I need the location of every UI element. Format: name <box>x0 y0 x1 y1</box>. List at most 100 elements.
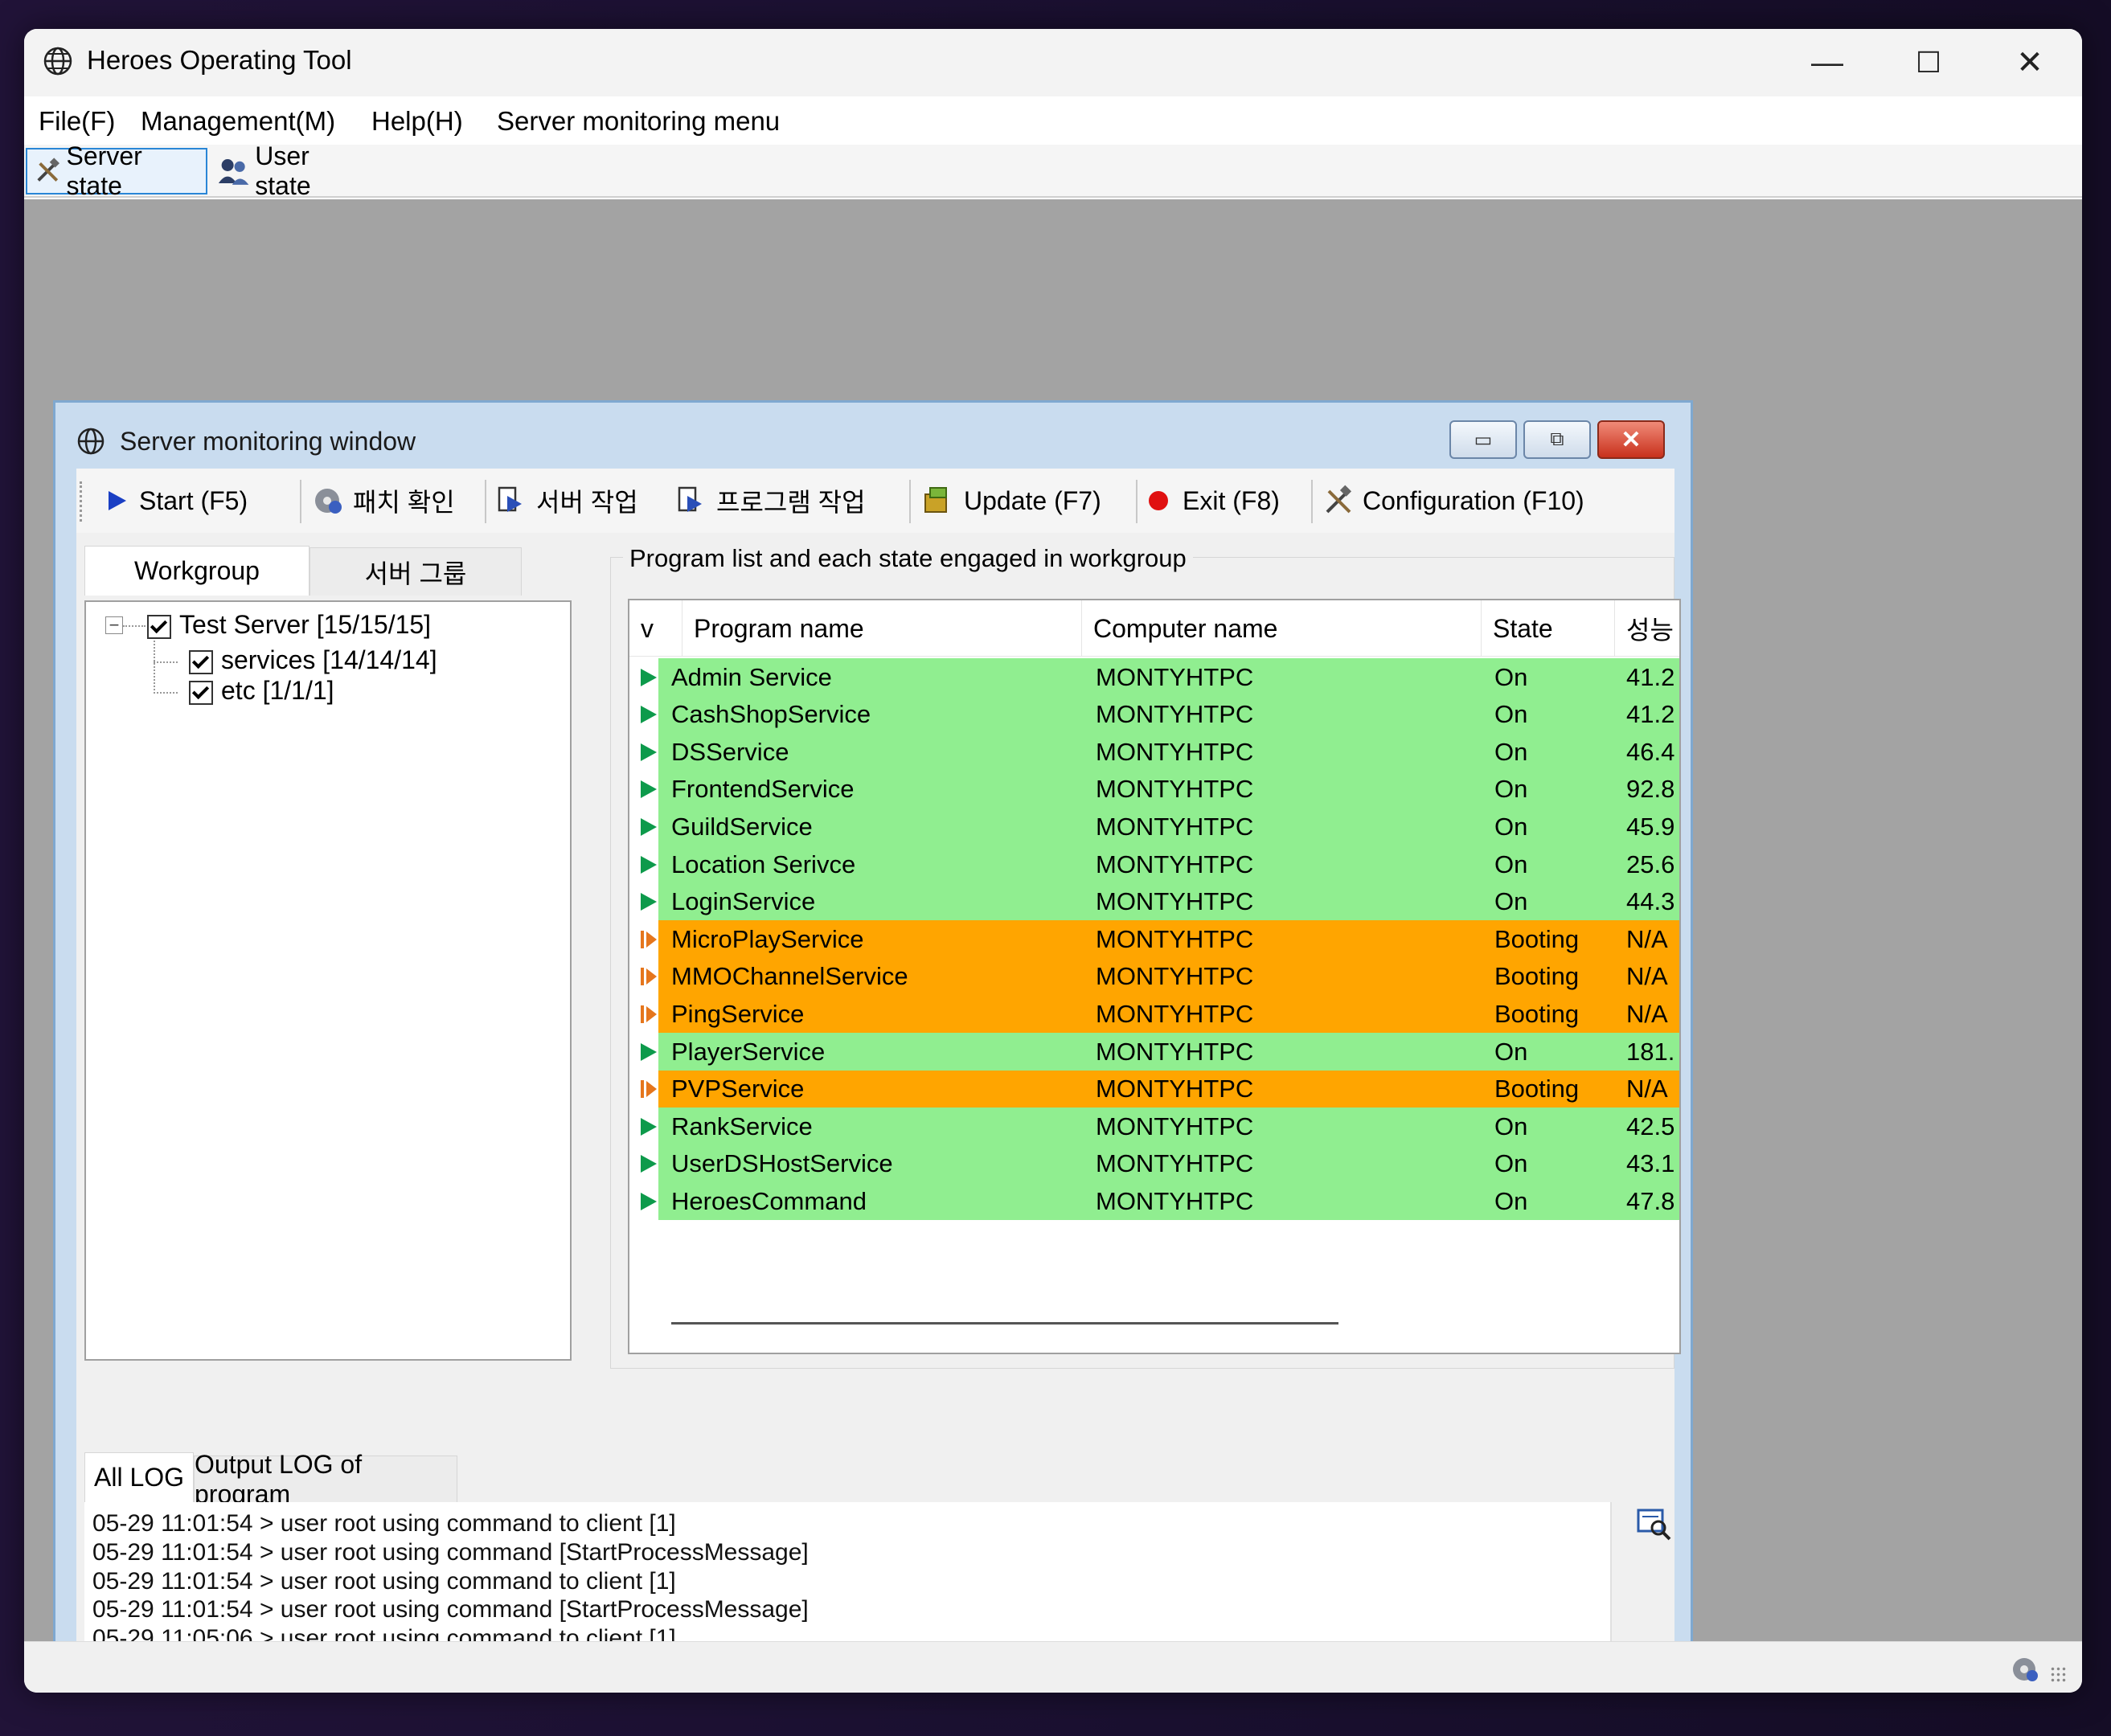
menu-server-monitoring[interactable]: Server monitoring menu <box>497 106 780 137</box>
update-icon <box>924 487 947 513</box>
menu-management[interactable]: Management(M) <box>141 106 335 137</box>
child-restore-button[interactable]: ⧉ <box>1523 420 1591 459</box>
server-work-label: 서버 작업 <box>536 488 638 517</box>
table-row[interactable]: FrontendService MONTYHTPC On 92.8 <box>629 770 1679 809</box>
table-row[interactable]: RankService MONTYHTPC On 42.5 <box>629 1108 1679 1146</box>
toolbar-separator <box>1311 480 1313 523</box>
server-state-button[interactable]: Server state <box>26 141 207 200</box>
table-row[interactable]: Admin Service MONTYHTPC On 41.2 <box>629 658 1679 696</box>
checkbox[interactable] <box>189 680 213 705</box>
disc-icon <box>2013 1658 2038 1681</box>
log-line: 05-29 11:01:54 > user root using command… <box>92 1510 676 1537</box>
toolbar-grip[interactable] <box>80 481 83 522</box>
program-name-cell: LoginService <box>671 887 816 916</box>
tools-icon <box>37 158 60 182</box>
table-row[interactable]: PVPService MONTYHTPC Booting N/A <box>629 1070 1679 1108</box>
table-row[interactable]: MMOChannelService MONTYHTPC Booting N/A <box>629 957 1679 996</box>
close-button[interactable]: ✕ <box>1979 29 2080 96</box>
main-toolbar: Server state User state <box>24 141 2082 200</box>
list-rows: Admin Service MONTYHTPC On 41.2 CashShopServ… <box>629 658 1679 1301</box>
tree-node-label: etc [1/1/1] <box>221 676 334 705</box>
child-window-title: Server monitoring window <box>120 427 416 456</box>
child-minimize-button[interactable]: ▭ <box>1449 420 1517 459</box>
tree-node-etc[interactable]: etc [1/1/1] <box>189 676 334 706</box>
column-header-performance[interactable]: 성능 <box>1615 600 1679 657</box>
users-icon <box>218 158 249 185</box>
program-work-button[interactable]: 프로그램 작업 <box>676 480 866 522</box>
tree-collapse-toggle[interactable]: − <box>105 616 123 634</box>
toolbar-separator <box>909 480 911 523</box>
table-row[interactable]: HeroesCommand MONTYHTPC On 47.8 <box>629 1182 1679 1221</box>
state-cell: On <box>1494 662 1528 691</box>
performance-cell: 43.1 <box>1626 1149 1675 1178</box>
state-cell: Booting <box>1494 924 1580 953</box>
program-name-cell: Location Serivce <box>671 850 856 878</box>
checkbox[interactable] <box>147 614 171 639</box>
maximize-button[interactable]: ☐ <box>1878 29 1979 96</box>
tab-server-group[interactable]: 서버 그룹 <box>309 547 522 596</box>
find-log-icon[interactable] <box>1636 1507 1673 1542</box>
tree-connector <box>123 625 146 627</box>
tab-all-log[interactable]: All LOG <box>84 1452 194 1502</box>
state-cell: On <box>1494 887 1528 916</box>
server-work-button[interactable]: 서버 작업 <box>496 480 638 522</box>
workgroup-tree: − Test Server [15/15/15] services [14/14… <box>84 600 572 1361</box>
table-row[interactable]: MicroPlayService MONTYHTPC Booting N/A <box>629 920 1679 959</box>
table-row[interactable]: DSService MONTYHTPC On 46.4 <box>629 733 1679 772</box>
performance-cell: N/A <box>1626 924 1668 953</box>
minimize-button[interactable]: — <box>1777 29 1878 96</box>
program-list-caption: Program list and each state engaged in w… <box>623 544 1193 573</box>
start-label: Start (F5) <box>139 485 248 515</box>
tree-connector <box>154 637 155 694</box>
performance-cell: N/A <box>1626 1075 1668 1103</box>
program-name-cell: MicroPlayService <box>671 924 864 953</box>
toolbar-separator <box>485 480 486 523</box>
menu-file[interactable]: File(F) <box>39 106 115 137</box>
performance-cell: 42.5 <box>1626 1112 1675 1140</box>
column-header-program-name[interactable]: Program name <box>682 600 1082 657</box>
list-header: v Program name Computer name State 성능 <box>629 600 1679 657</box>
configuration-button[interactable]: Configuration (F10) <box>1322 480 1584 522</box>
menu-help[interactable]: Help(H) <box>371 106 463 137</box>
performance-cell: 25.6 <box>1626 850 1675 878</box>
table-row[interactable]: UserDSHostService MONTYHTPC On 43.1 <box>629 1144 1679 1183</box>
patch-check-button[interactable]: 패치 확인 <box>313 480 455 522</box>
table-row[interactable]: GuildService MONTYHTPC On 45.9 <box>629 808 1679 846</box>
tab-workgroup[interactable]: Workgroup <box>84 546 309 596</box>
start-button[interactable]: Start (F5) <box>109 480 248 522</box>
update-button[interactable]: Update (F7) <box>922 480 1101 522</box>
computer-name-cell: MONTYHTPC <box>1096 1112 1254 1140</box>
horizontal-scrollbar[interactable] <box>671 1322 1338 1325</box>
exit-button[interactable]: Exit (F8) <box>1149 480 1280 522</box>
tree-connector <box>154 692 178 694</box>
tab-output-log[interactable]: Output LOG of program <box>194 1450 457 1509</box>
checkbox[interactable] <box>189 649 213 674</box>
table-row[interactable]: CashShopService MONTYHTPC On 41.2 <box>629 695 1679 734</box>
computer-name-cell: MONTYHTPC <box>1096 962 1254 991</box>
column-header-computer-name[interactable]: Computer name <box>1082 600 1482 657</box>
computer-name-cell: MONTYHTPC <box>1096 924 1254 953</box>
table-row[interactable]: PingService MONTYHTPC Booting N/A <box>629 995 1679 1034</box>
performance-cell: 181. <box>1626 1037 1675 1066</box>
table-row[interactable]: LoginService MONTYHTPC On 44.3 <box>629 882 1679 921</box>
document-arrow-icon <box>498 486 522 512</box>
child-close-button[interactable]: ✕ <box>1597 420 1665 459</box>
performance-cell: 47.8 <box>1626 1186 1675 1215</box>
tree-node-test-server[interactable]: Test Server [15/15/15] <box>147 610 431 640</box>
program-list[interactable]: v Program name Computer name State 성능 Ad… <box>628 599 1681 1354</box>
user-state-button[interactable]: User state <box>211 141 371 200</box>
column-header-v[interactable]: v <box>629 600 682 657</box>
state-cell: On <box>1494 737 1528 766</box>
table-row[interactable]: Location Serivce MONTYHTPC On 25.6 <box>629 845 1679 883</box>
column-header-state[interactable]: State <box>1482 600 1615 657</box>
log-line: 05-29 11:01:54 > user root using command… <box>92 1567 676 1595</box>
globe-icon <box>43 47 72 76</box>
tree-node-label: Test Server [15/15/15] <box>179 610 432 639</box>
table-row[interactable]: PlayerService MONTYHTPC On 181. <box>629 1033 1679 1071</box>
program-name-cell: Admin Service <box>671 662 832 691</box>
program-name-cell: UserDSHostService <box>671 1149 893 1178</box>
patch-check-label: 패치 확인 <box>353 488 455 517</box>
tree-node-services[interactable]: services [14/14/14] <box>189 645 437 675</box>
toolbar-separator <box>1136 480 1137 523</box>
resize-grip[interactable] <box>2050 1666 2068 1684</box>
